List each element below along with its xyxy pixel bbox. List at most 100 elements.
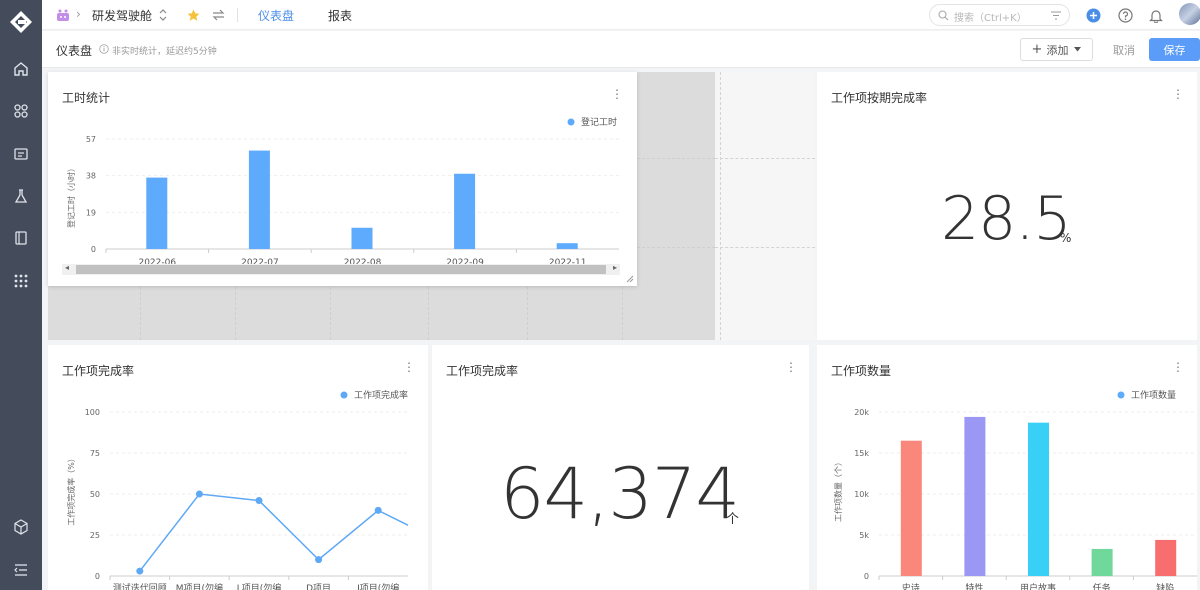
project-name[interactable]: 研发驾驶舱: [92, 7, 152, 24]
scroll-right-icon[interactable]: ▸: [613, 263, 617, 272]
x-tick-label: 用户故事: [1020, 582, 1056, 590]
data-point: [374, 506, 382, 514]
horizontal-scrollbar[interactable]: ◂ ▸: [62, 263, 620, 275]
data-point: [255, 497, 263, 505]
data-point: [315, 556, 323, 564]
tab-reports[interactable]: 报表: [328, 7, 352, 24]
data-point: [136, 567, 144, 575]
breadcrumb-separator-icon: ›: [76, 7, 81, 21]
on-time-rate-value: 28.5: [941, 184, 1072, 254]
bar: [556, 243, 578, 249]
legend-label: 登记工时: [581, 116, 617, 128]
search-placeholder: 搜索（Ctrl+K）: [954, 13, 1027, 24]
series-line: [139, 493, 409, 572]
scrollbar-thumb[interactable]: [76, 265, 606, 274]
y-tick-label: 100: [85, 408, 100, 417]
bar: [351, 227, 373, 249]
star-icon[interactable]: [184, 6, 202, 24]
y-tick-label: 5k: [859, 531, 869, 540]
add-widget-button[interactable]: + 添加: [1020, 38, 1093, 61]
card-work-hours[interactable]: 工时统计 ⋮ 登记工时 登记工时（小时） 0 19 38 57 2022-06 2022…: [48, 72, 637, 286]
more-options-icon[interactable]: ⋮: [1172, 88, 1184, 100]
filter-icon[interactable]: [1051, 11, 1061, 20]
y-tick-label: 75: [90, 449, 100, 458]
y-tick-label: 15k: [854, 449, 869, 458]
cube-icon[interactable]: [11, 517, 31, 537]
cancel-button[interactable]: 取消: [1103, 38, 1145, 61]
y-tick-label: 10k: [854, 490, 869, 499]
avatar[interactable]: [1179, 3, 1200, 25]
app-root: › 研发驾驶舱 仪表盘 报表 搜索（Ctrl+K） 仪表盘 非实时统计，延迟约5…: [0, 0, 1200, 590]
grid-line: [715, 158, 815, 159]
resize-handle-icon[interactable]: [626, 275, 634, 283]
apps-icon[interactable]: [11, 101, 31, 121]
work-item-count-chart: 工作项数量 工作项数量（个） 0 5k 10k 15k 20k 史诗 特性 用户故事 任务 缺陷: [833, 389, 1197, 590]
x-tick-label: J项目(勿编: [356, 582, 399, 590]
grid-line: [235, 282, 236, 340]
y-tick-label: 0: [95, 572, 100, 581]
completion-line-chart: 工作项完成率 工作项完成率（%） 0 25 50 75 100 测试迭代回顾 M项目(勿编…: [66, 389, 409, 590]
completion-count-unit: 个: [726, 512, 740, 527]
y-tick-label: 50: [90, 490, 100, 499]
folder-icon[interactable]: [11, 144, 31, 164]
save-button[interactable]: 保存: [1149, 38, 1200, 61]
x-tick-label: 缺陷: [1156, 582, 1174, 590]
work-hours-chart: 登记工时 登记工时（小时） 0193857 2022-06 2022-07 2022…: [66, 116, 619, 268]
grid-line: [428, 282, 429, 340]
y-tick-label: 0: [91, 245, 96, 254]
x-tick-label: 测试迭代回顾: [113, 582, 167, 590]
y-axis-title: 登记工时（小时）: [66, 164, 76, 228]
x-tick-label: M项目(勿编: [176, 582, 223, 590]
transfer-icon[interactable]: [209, 6, 227, 24]
legend-marker: [340, 391, 348, 399]
grid-line: [140, 282, 141, 340]
book-icon[interactable]: [11, 228, 31, 248]
bar: [454, 173, 476, 249]
y-tick-label: 0: [864, 572, 869, 581]
dashboard-header: 仪表盘 非实时统计，延迟约5分钟 + 添加 取消 保存: [42, 31, 1200, 68]
bar: [146, 177, 168, 249]
grid-line: [330, 282, 331, 340]
bar: [1091, 548, 1113, 576]
y-axis-title: 工作项数量（个）: [833, 458, 843, 522]
grid-line: [715, 247, 815, 248]
switch-project-icon[interactable]: [154, 6, 172, 24]
stats-delay-note: 非实时统计，延迟约5分钟: [112, 47, 217, 57]
app-logo-icon[interactable]: [9, 10, 33, 34]
add-circle-icon[interactable]: [1084, 6, 1102, 24]
bar: [900, 440, 922, 576]
project-robot-icon: [54, 6, 72, 24]
card-completion-number[interactable]: 工作项完成率 ⋮ 64,374 个: [432, 345, 809, 590]
home-icon[interactable]: [11, 59, 31, 79]
y-tick-label: 19: [86, 208, 96, 217]
card-title: 工作项完成率: [446, 364, 519, 378]
bell-icon[interactable]: [1147, 6, 1165, 24]
card-title: 工作项按期完成率: [831, 91, 928, 105]
x-tick-label: L项目(勿编: [237, 582, 282, 590]
search-input[interactable]: 搜索（Ctrl+K）: [929, 4, 1070, 26]
caret-down-icon: [1074, 47, 1082, 52]
collapse-menu-icon[interactable]: [11, 560, 31, 580]
tab-dashboard[interactable]: 仪表盘: [258, 7, 294, 24]
on-time-rate-unit: %: [1060, 231, 1072, 245]
data-point: [195, 490, 203, 498]
legend-marker: [567, 118, 575, 126]
card-completion-line[interactable]: 工作项完成率 ⋮ 工作项完成率 工作项完成率（%） 0 25 50 75 100 测试迭…: [48, 345, 428, 590]
divider: [237, 8, 238, 22]
info-icon: [99, 44, 109, 54]
more-options-icon[interactable]: ⋮: [785, 361, 797, 373]
help-icon[interactable]: [1116, 6, 1134, 24]
page-title: 仪表盘: [56, 44, 93, 58]
bar: [1028, 422, 1049, 576]
grid-menu-icon[interactable]: [11, 271, 31, 291]
bar: [1155, 539, 1177, 576]
card-on-time-completion[interactable]: 工作项按期完成率 ⋮ 28.5 %: [817, 72, 1197, 340]
flask-icon[interactable]: [11, 186, 31, 206]
left-nav-rail: [0, 0, 42, 590]
search-icon: [938, 10, 949, 21]
legend-label: 工作项完成率: [354, 389, 408, 401]
card-work-item-count[interactable]: 工作项数量 ⋮ 工作项数量 工作项数量（个） 0 5k 10k 15k 20k 史诗 特性…: [817, 345, 1197, 590]
y-tick-label: 38: [86, 172, 96, 181]
scroll-left-icon[interactable]: ◂: [65, 263, 69, 272]
y-axis-title: 工作项完成率（%）: [66, 454, 76, 526]
